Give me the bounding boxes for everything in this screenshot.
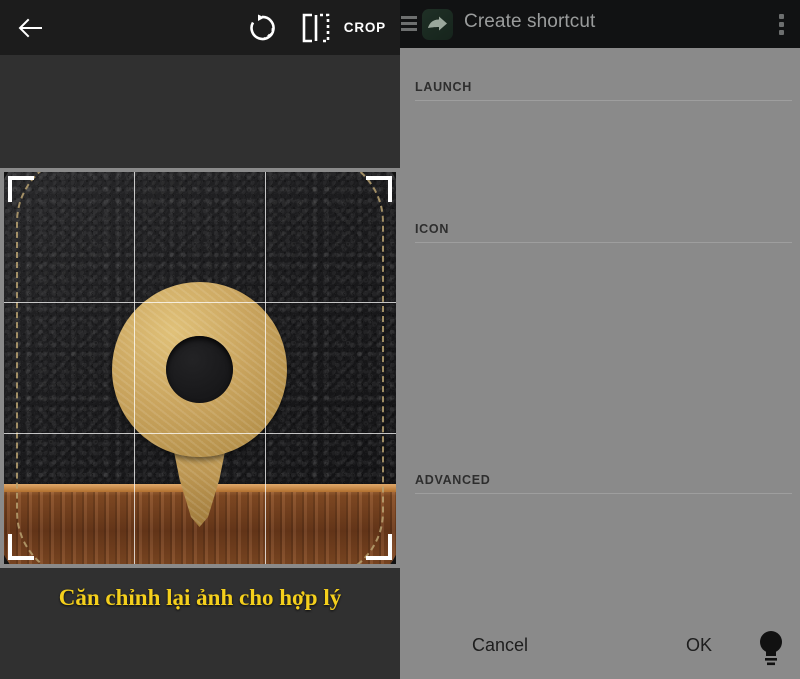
section-label-icon: ICON <box>415 222 450 236</box>
arrow-left-icon <box>18 18 42 38</box>
bottom-action-bar: Cancel OK <box>400 617 800 679</box>
hamburger-icon[interactable] <box>401 16 417 31</box>
crop-handle-top-left[interactable] <box>8 176 34 202</box>
leather-icon-artwork <box>4 172 396 564</box>
lightbulb-glyph <box>760 631 782 666</box>
create-shortcut-panel: Create shortcut LAUNCH G <box>400 0 800 679</box>
crop-handle-bottom-left[interactable] <box>8 534 34 560</box>
section-divider-launch <box>415 100 792 101</box>
crop-gridline-vertical-2 <box>265 172 266 564</box>
section-label-advanced: ADVANCED <box>415 473 491 487</box>
crop-gridline-horizontal-1 <box>4 302 396 303</box>
rotate-button[interactable] <box>246 12 278 44</box>
shortcut-arrow-icon <box>422 9 453 40</box>
app-bar-title: Create shortcut <box>464 11 596 32</box>
ok-button[interactable]: OK <box>686 635 712 656</box>
lightbulb-icon[interactable] <box>754 629 788 667</box>
section-label-launch: LAUNCH <box>415 80 472 94</box>
crop-handle-top-right[interactable] <box>366 176 392 202</box>
crop-handle-bottom-right[interactable] <box>366 534 392 560</box>
overflow-menu-icon[interactable] <box>779 14 784 35</box>
crop-action-button[interactable]: CROP <box>344 20 386 35</box>
crop-image-preview[interactable] <box>4 172 396 564</box>
map-pin-hole <box>166 336 233 403</box>
crop-gridline-vertical-1 <box>134 172 135 564</box>
crop-toolbar: CROP <box>0 0 400 55</box>
map-pin-head <box>112 282 287 457</box>
section-divider-advanced <box>415 493 792 494</box>
section-divider-icon <box>415 242 792 243</box>
icon-preference-row[interactable]: Custom picture Tap to change <box>400 262 800 324</box>
cancel-button[interactable]: Cancel <box>472 635 528 656</box>
map-pin-graphic <box>112 282 287 527</box>
crop-editor-panel: CROP Căn chỉnh lại ảnh cho hợp lý <box>0 0 400 679</box>
back-button[interactable] <box>14 11 48 45</box>
crop-gridline-horizontal-2 <box>4 433 396 434</box>
flip-horizontal-button[interactable] <box>300 13 332 43</box>
launch-preference-row[interactable]: G Bản đồ Tap to change <box>400 124 800 186</box>
screenshot-root: CROP Căn chỉnh lại ảnh cho hợp lý Create… <box>0 0 800 679</box>
crop-annotation-caption: Căn chỉnh lại ảnh cho hợp lý <box>58 585 342 610</box>
flip-horizontal-icon <box>302 13 330 43</box>
rotate-right-icon <box>250 14 275 41</box>
crop-stage[interactable] <box>0 168 400 568</box>
shortcut-arrow-glyph <box>428 16 447 31</box>
app-bar: Create shortcut <box>400 0 800 48</box>
